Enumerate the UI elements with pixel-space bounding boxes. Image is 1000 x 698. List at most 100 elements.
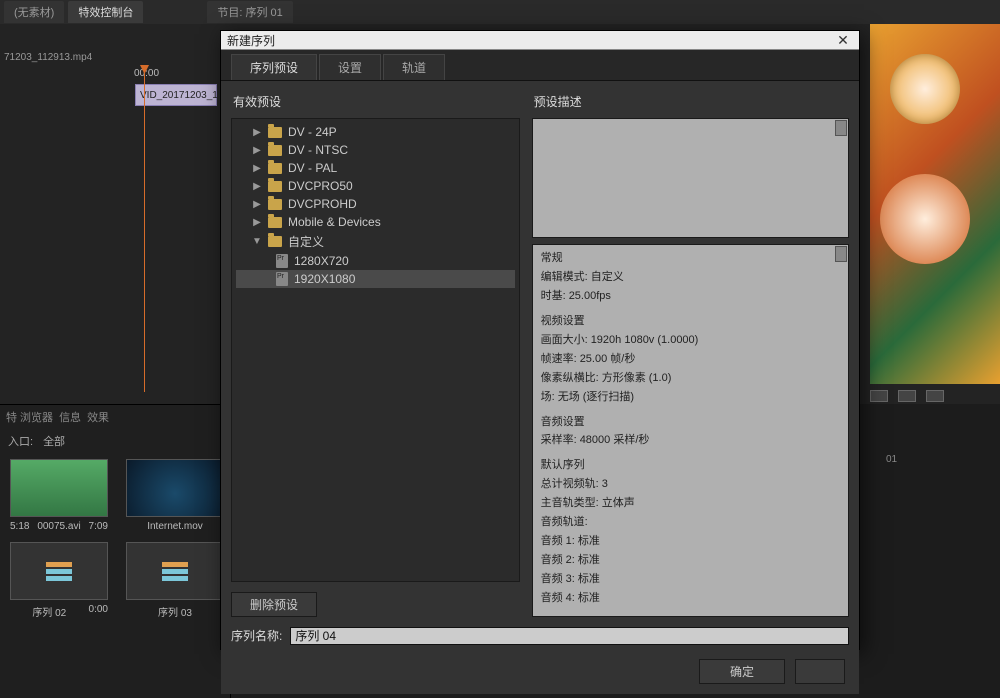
folder-icon <box>268 217 282 228</box>
tab-info[interactable]: 信息 <box>59 409 81 425</box>
close-icon[interactable]: ✕ <box>833 31 853 49</box>
entry-filter: 入口: 全部 <box>0 429 230 453</box>
playhead[interactable] <box>144 72 145 392</box>
presets-heading: 有效预设 <box>231 91 520 112</box>
sequence-name-label: 序列名称: <box>231 627 282 644</box>
folder-icon <box>268 145 282 156</box>
entry-label: 入口: <box>8 433 33 449</box>
tree-label: 自定义 <box>288 233 324 250</box>
bin-item[interactable]: 5:18 00075.avi 7:09 <box>10 459 108 532</box>
preset-folder-custom[interactable]: ▼ 自定义 <box>236 231 515 252</box>
new-sequence-dialog: 新建序列 ✕ 序列预设 设置 轨道 有效预设 ▶ DV - 24P ▶ DV -… <box>220 30 860 650</box>
detail-line: 音频轨道: <box>541 515 840 531</box>
folder-icon <box>268 181 282 192</box>
tree-label: DV - NTSC <box>288 143 348 157</box>
bin-item[interactable]: 序列 02 0:00 <box>10 542 108 619</box>
bin-duration: 0:00 <box>89 604 108 619</box>
clip-source-filename: 71203_112913.mp4 <box>0 50 96 65</box>
preset-item-1080[interactable]: 1920X1080 <box>236 270 515 288</box>
tree-label: DV - PAL <box>288 161 337 175</box>
chevron-right-icon: ▶ <box>252 181 262 192</box>
folder-icon <box>268 127 282 138</box>
cancel-button[interactable] <box>795 659 845 684</box>
sequence-icon <box>162 562 188 581</box>
bin-item[interactable]: Internet.mov <box>126 459 224 532</box>
bin-name: Internet.mov <box>147 521 203 532</box>
dialog-title: 新建序列 <box>227 32 275 49</box>
chevron-right-icon: ▶ <box>252 145 262 156</box>
detail-line: 视频设置 <box>541 314 840 330</box>
folder-icon <box>268 163 282 174</box>
scrollbar-thumb[interactable] <box>835 120 847 136</box>
scrollbar-thumb[interactable] <box>835 246 847 262</box>
presets-panel: 有效预设 ▶ DV - 24P ▶ DV - NTSC ▶ DV - PAL <box>231 91 520 617</box>
timeline-clip[interactable]: VID_20171203_1 <box>135 84 217 106</box>
description-heading: 预设描述 <box>532 91 849 112</box>
tab-effects[interactable]: 效果 <box>87 409 109 425</box>
app-topbar: (无素材) 特效控制台 节目: 序列 01 <box>0 0 1000 24</box>
detail-line: 主音轨类型: 立体声 <box>541 496 840 512</box>
detail-line: 画面大小: 1920h 1080v (1.0000) <box>541 333 840 349</box>
thumbnail <box>126 459 224 517</box>
detail-line: 音频 4: 标准 <box>541 591 840 607</box>
tab-presets[interactable]: 序列预设 <box>231 54 317 80</box>
tree-label: DVCPRO50 <box>288 179 353 193</box>
bin-row: 序列 02 0:00 序列 03 <box>0 538 230 623</box>
monitor-control-button[interactable] <box>870 390 888 402</box>
bin-duration: 7:09 <box>89 521 108 532</box>
sequence-thumbnail <box>10 542 108 600</box>
preset-folder-dvcpro50[interactable]: ▶ DVCPRO50 <box>236 177 515 195</box>
sequence-icon <box>46 562 72 581</box>
source-tab[interactable]: (无素材) <box>4 1 64 23</box>
delete-preset-row: 删除预设 <box>231 588 520 617</box>
detail-line: 场: 无场 (逐行扫描) <box>541 390 840 406</box>
preset-folder-mobile[interactable]: ▶ Mobile & Devices <box>236 213 515 231</box>
detail-line: 默认序列 <box>541 458 840 474</box>
chevron-right-icon: ▶ <box>252 217 262 228</box>
detail-line: 像素纵横比: 方形像素 (1.0) <box>541 371 840 387</box>
tab-browser[interactable]: 特 浏览器 <box>6 409 53 425</box>
monitor-control-button[interactable] <box>898 390 916 402</box>
project-panel-tabs: 特 浏览器 信息 效果 <box>0 405 230 429</box>
detail-line: 帧速率: 25.00 帧/秒 <box>541 352 840 368</box>
tab-tracks[interactable]: 轨道 <box>383 54 445 80</box>
ruler-mark: 01 <box>886 454 897 465</box>
bin-item-label: 序列 03 <box>126 604 224 619</box>
folder-icon <box>268 236 282 247</box>
program-monitor <box>870 24 1000 384</box>
tab-settings[interactable]: 设置 <box>319 54 381 80</box>
preset-folder-dv24p[interactable]: ▶ DV - 24P <box>236 123 515 141</box>
preset-item-720[interactable]: 1280X720 <box>236 252 515 270</box>
detail-line: 音频 3: 标准 <box>541 572 840 588</box>
detail-line: 音频设置 <box>541 415 840 431</box>
monitor-decoration <box>880 174 970 264</box>
preset-file-icon <box>276 254 288 268</box>
bin-tc: 5:18 <box>10 521 29 532</box>
tree-label: 1280X720 <box>294 254 349 268</box>
preset-tree[interactable]: ▶ DV - 24P ▶ DV - NTSC ▶ DV - PAL ▶ <box>231 118 520 582</box>
sequence-thumbnail <box>126 542 224 600</box>
sequence-name-input[interactable] <box>290 627 849 645</box>
entry-value[interactable]: 全部 <box>43 433 65 449</box>
bin-item-label: Internet.mov <box>126 521 224 532</box>
project-panel: 特 浏览器 信息 效果 入口: 全部 5:18 00075.avi 7:09 I… <box>0 404 230 698</box>
fx-control-tab[interactable]: 特效控制台 <box>68 1 143 23</box>
delete-preset-button[interactable]: 删除预设 <box>231 592 317 617</box>
dialog-tabs: 序列预设 设置 轨道 <box>221 50 859 81</box>
preset-folder-dvcprohd[interactable]: ▶ DVCPROHD <box>236 195 515 213</box>
monitor-control-button[interactable] <box>926 390 944 402</box>
dialog-titlebar[interactable]: 新建序列 ✕ <box>221 31 859 50</box>
bin-name: 序列 02 <box>32 604 66 619</box>
detail-line: 时基: 25.00fps <box>541 289 840 305</box>
bin-item[interactable]: 序列 03 <box>126 542 224 619</box>
ok-button[interactable]: 确定 <box>699 659 785 684</box>
detail-line: 音频 2: 标准 <box>541 553 840 569</box>
bin-name: 序列 03 <box>158 604 192 619</box>
preset-folder-dvpal[interactable]: ▶ DV - PAL <box>236 159 515 177</box>
preset-folder-dvntsc[interactable]: ▶ DV - NTSC <box>236 141 515 159</box>
chevron-down-icon: ▼ <box>252 236 262 247</box>
program-tab[interactable]: 节目: 序列 01 <box>207 1 292 23</box>
preset-description-box <box>532 118 849 238</box>
dialog-footer: 确定 <box>221 653 859 694</box>
folder-icon <box>268 199 282 210</box>
